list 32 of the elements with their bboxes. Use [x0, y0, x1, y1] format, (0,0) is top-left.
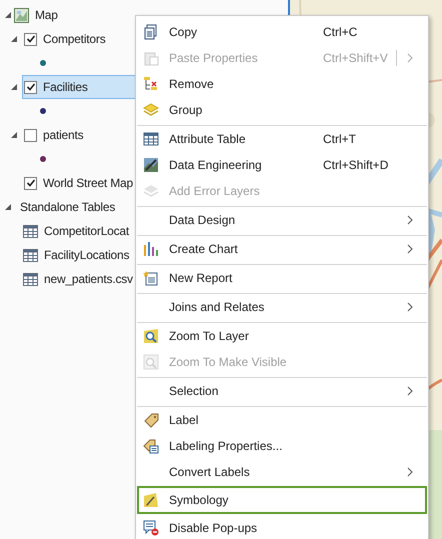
menu-item-label: Remove: [169, 76, 215, 93]
tree-item-label: CompetitorLocat: [44, 223, 130, 240]
menu-item-label: Zoom To Make Visible: [169, 354, 288, 371]
menu-item-label: New Report: [169, 270, 234, 287]
menu-item-label: Labeling Properties...: [169, 438, 284, 455]
tree-item-label: Competitors: [43, 31, 106, 48]
menu-item-label: Data Engineering: [169, 157, 263, 174]
tree-item-label: World Street Map: [43, 175, 133, 192]
menu-item-label: Attribute Table: [169, 131, 246, 148]
menu-item-label: Copy: [169, 24, 198, 41]
menu-item-label: Selection: [169, 383, 220, 400]
menu-item-label: Group: [169, 102, 204, 119]
tree-item-label: Standalone Tables: [20, 199, 116, 216]
menu-item-label: Data Design: [169, 212, 236, 229]
tree-item-label: patients: [43, 127, 84, 144]
menu-item-label: Label: [169, 412, 200, 429]
shortcut-label: Ctrl+Shift+D: [323, 157, 390, 174]
tree-item-label: Map: [35, 7, 58, 24]
menu-item-label: Add Error Layers: [169, 183, 261, 200]
menu-item-label: Symbology: [169, 492, 230, 509]
shortcut-label: Ctrl+C: [323, 24, 358, 41]
menu-item-label: Zoom To Layer: [169, 328, 250, 345]
menu-item-label: Create Chart: [169, 241, 239, 258]
tree-item-label: Facilities: [43, 79, 88, 96]
tree-item-label: FacilityLocations: [44, 247, 130, 264]
menu-item-label: Joins and Relates: [169, 299, 266, 316]
shortcut-label: Ctrl+T: [323, 131, 357, 148]
shortcut-label: Ctrl+Shift+V: [323, 50, 389, 67]
menu-item-label: Paste Properties: [169, 50, 259, 67]
menu-item-label: Disable Pop-ups: [169, 520, 258, 537]
menu-item-label: Convert Labels: [169, 464, 251, 481]
tree-item-label: new_patients.csv: [44, 271, 133, 288]
